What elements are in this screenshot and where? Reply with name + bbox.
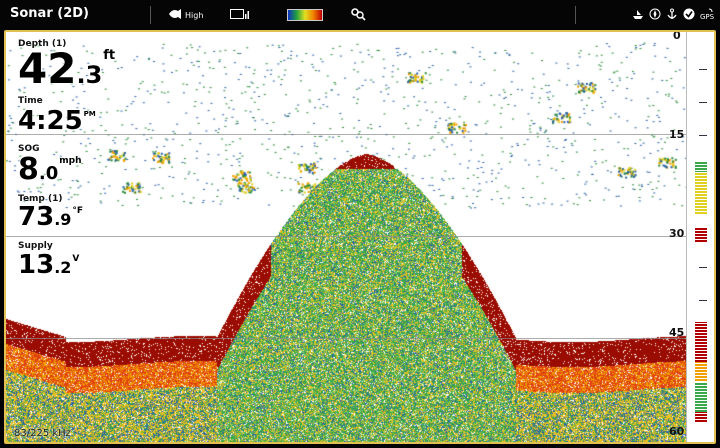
flasher-bar bbox=[695, 228, 707, 242]
time-value: 4:25PM bbox=[18, 106, 96, 136]
chart-view-icon bbox=[230, 8, 250, 22]
depth-scale-tick bbox=[699, 135, 707, 136]
depth-line-30 bbox=[6, 236, 686, 237]
depth-scale[interactable]: 0 15 30 45 60 bbox=[669, 32, 714, 442]
depth-scale-label: 0 bbox=[673, 30, 681, 42]
depth-scale-label: 30 bbox=[669, 227, 685, 240]
chart-view-button[interactable] bbox=[230, 4, 250, 26]
fish-icon bbox=[168, 8, 182, 22]
sensitivity-label: High bbox=[185, 10, 204, 20]
flasher-bar bbox=[695, 172, 707, 214]
depth-value: 42.3ft bbox=[18, 44, 116, 93]
svg-text:GPS: GPS bbox=[700, 13, 714, 20]
settings-search-button[interactable] bbox=[350, 4, 366, 26]
settings-search-icon bbox=[350, 7, 366, 23]
compass-icon[interactable] bbox=[649, 8, 661, 22]
flasher-bar bbox=[695, 382, 707, 412]
sonar-panel[interactable]: Depth (1) 42.3ft Time 4:25PM SOG 8.0mph … bbox=[4, 30, 716, 444]
depth-scale-tick bbox=[699, 267, 707, 268]
check-icon[interactable] bbox=[683, 8, 695, 22]
depth-scale-label: 60 bbox=[669, 425, 685, 438]
gps-icon[interactable]: GPS bbox=[700, 8, 715, 22]
supply-value: 13.2V bbox=[18, 250, 80, 280]
depth-scale-tick bbox=[699, 300, 707, 301]
sog-value: 8.0mph bbox=[18, 152, 82, 187]
depth-line-45 bbox=[6, 338, 686, 339]
status-icons: GPS bbox=[632, 4, 715, 26]
temp-value: 73.9°F bbox=[18, 202, 84, 232]
separator bbox=[575, 6, 576, 24]
top-bar: Sonar (2D) High GPS bbox=[0, 0, 720, 30]
depth-scale-label: 15 bbox=[669, 128, 685, 141]
anchor-icon[interactable] bbox=[666, 8, 678, 22]
sonar-app: Sonar (2D) High GPS Depth (1) 42.3ft Tim… bbox=[0, 0, 720, 448]
palette-button[interactable] bbox=[287, 4, 323, 26]
depth-scale-tick bbox=[699, 69, 707, 70]
depth-line-15 bbox=[6, 134, 686, 135]
depth-scale-tick bbox=[699, 102, 707, 103]
time-label: Time bbox=[18, 96, 43, 106]
sensitivity-control[interactable]: High bbox=[168, 4, 203, 26]
separator bbox=[150, 6, 151, 24]
boat-icon[interactable] bbox=[632, 8, 644, 22]
depth-scale-label: 45 bbox=[669, 326, 685, 339]
palette-icon bbox=[287, 9, 323, 21]
sonar-image[interactable] bbox=[6, 32, 686, 442]
view-title[interactable]: Sonar (2D) bbox=[10, 6, 89, 21]
frequency-readout: 83/225 kHz bbox=[14, 428, 71, 439]
